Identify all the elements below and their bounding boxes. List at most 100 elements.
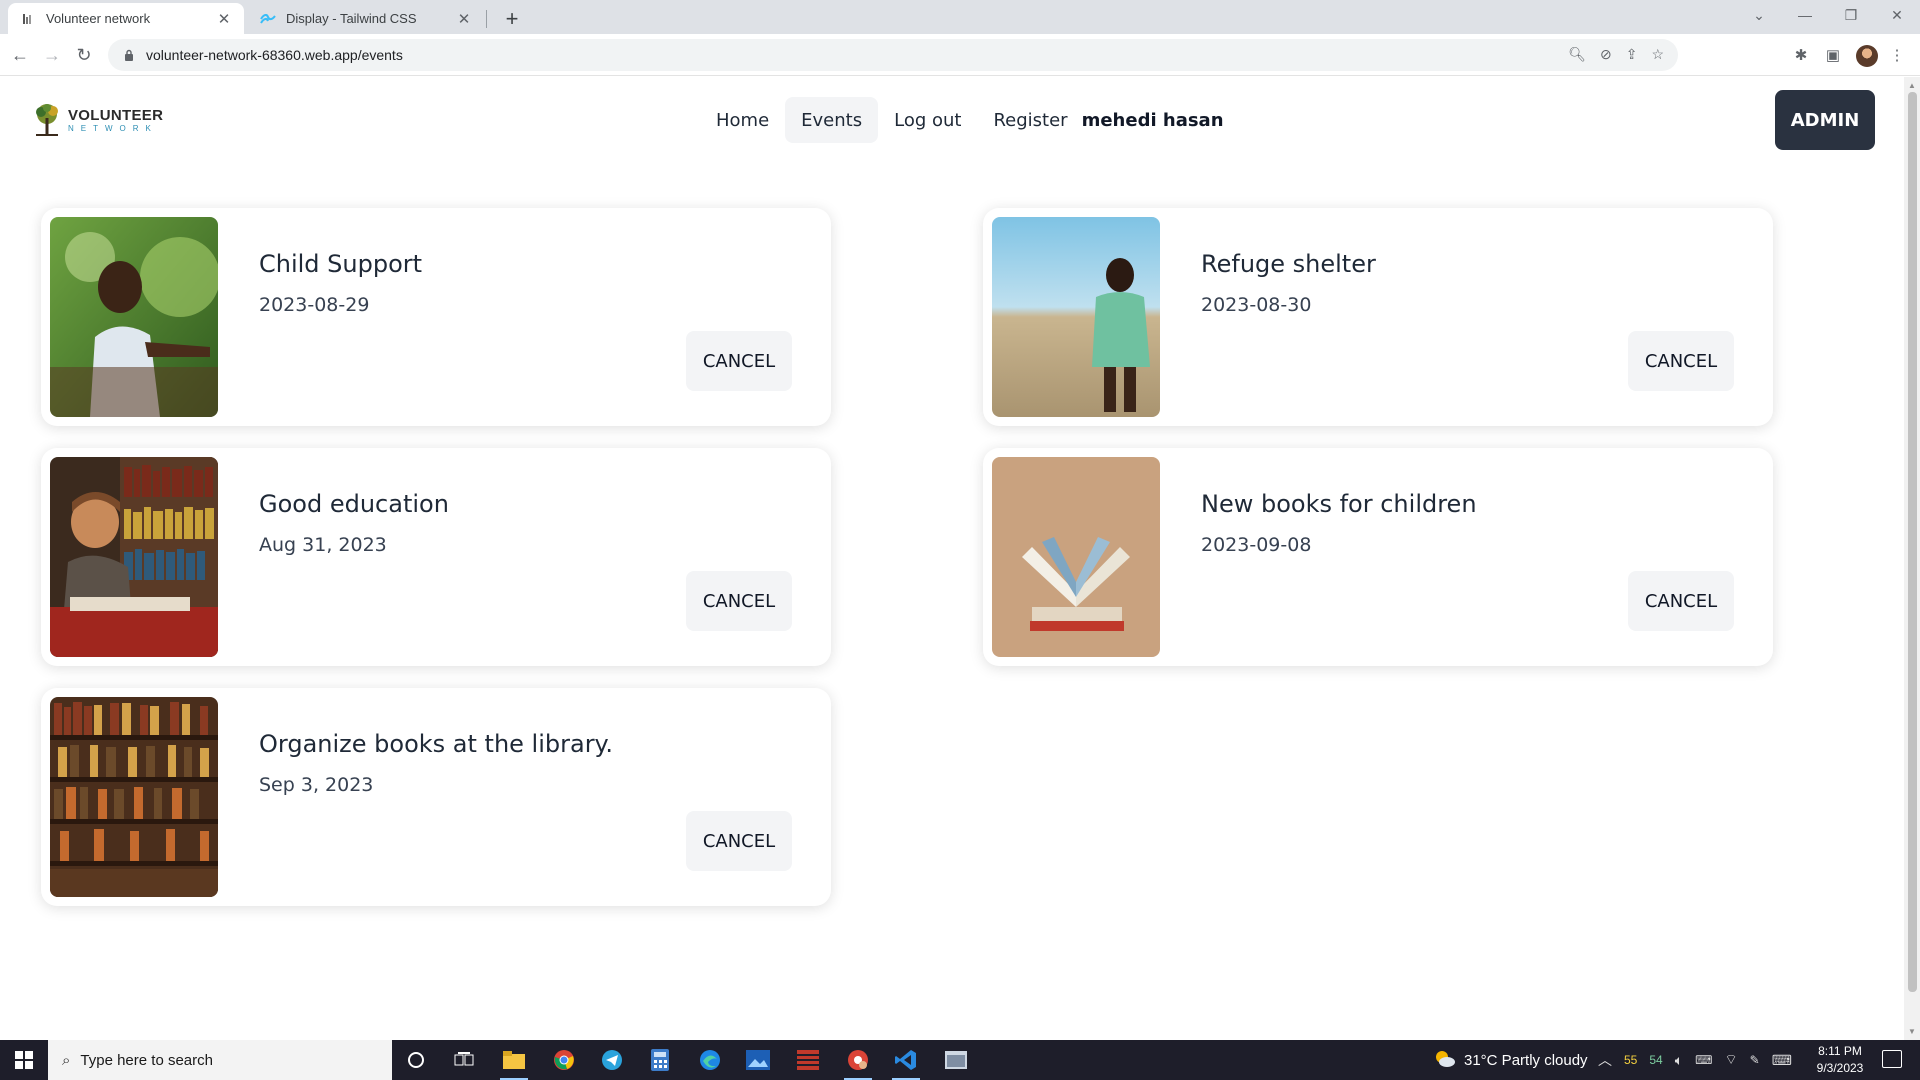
task-view-icon[interactable] xyxy=(440,1040,488,1080)
partly-cloudy-icon xyxy=(1432,1048,1456,1072)
event-image-child-support xyxy=(50,217,218,417)
omnibox-actions: 🔍︎ ⊘ ⇪ ☆ xyxy=(1568,46,1664,63)
tab-tailwind-display[interactable]: Display - Tailwind CSS ✕ xyxy=(248,3,484,34)
bookmark-star-icon[interactable]: ☆ xyxy=(1651,46,1664,63)
address-bar[interactable]: volunteer-network-68360.web.app/events 🔍… xyxy=(108,39,1678,71)
event-image-good-education xyxy=(50,457,218,657)
event-card: Child Support 2023-08-29 CANCEL xyxy=(41,208,831,426)
extensions-puzzle-icon[interactable]: ✱ xyxy=(1790,44,1812,66)
close-window-icon[interactable]: ✕ xyxy=(1874,0,1920,30)
event-date: Aug 31, 2023 xyxy=(259,534,387,556)
event-image-library-books xyxy=(50,697,218,897)
tab-volunteer-network[interactable]: Volunteer network ✕ xyxy=(8,3,244,34)
tray-chevron-up-icon[interactable]: ︿ xyxy=(1598,1050,1612,1070)
scroll-up-arrow-icon[interactable]: ▲ xyxy=(1904,79,1920,93)
taskbar-weather[interactable]: 31°C Partly cloudy xyxy=(1432,1040,1588,1080)
pen-icon[interactable]: ✎ xyxy=(1750,1053,1760,1067)
tab-search-chevron-icon[interactable]: ⌄ xyxy=(1736,0,1782,30)
nav-home[interactable]: Home xyxy=(700,97,785,143)
cancel-button[interactable]: CANCEL xyxy=(686,331,792,391)
browser-toolbar: ← → ↻ volunteer-network-68360.web.app/ev… xyxy=(0,34,1920,76)
chrome-icon[interactable] xyxy=(540,1040,588,1080)
tree-logo-icon xyxy=(32,102,62,138)
notification-center-icon[interactable] xyxy=(1882,1050,1902,1068)
reload-icon[interactable]: ↻ xyxy=(70,41,98,69)
taskbar-clock[interactable]: 8:11 PM 9/3/2023 xyxy=(1800,1043,1880,1077)
event-title: New books for children xyxy=(1201,490,1477,518)
event-date: 2023-08-30 xyxy=(1201,294,1312,316)
event-title: Organize books at the library. xyxy=(259,730,613,758)
nav-events[interactable]: Events xyxy=(785,97,879,143)
site-favicon-icon xyxy=(20,11,36,27)
nav-logout[interactable]: Log out xyxy=(878,97,977,143)
volume-icon[interactable]: 🔈︎ xyxy=(1675,1052,1683,1069)
tray-value-1: 55 xyxy=(1624,1053,1638,1067)
event-title: Refuge shelter xyxy=(1201,250,1376,278)
browser-tabstrip: Volunteer network ✕ Display - Tailwind C… xyxy=(0,0,1920,34)
cortana-circle-icon[interactable] xyxy=(392,1040,440,1080)
site-logo[interactable]: VOLUNTEER NETWORK xyxy=(32,102,163,138)
event-card: Good education Aug 31, 2023 CANCEL xyxy=(41,448,831,666)
taskbar-search-placeholder: Type here to search xyxy=(80,1051,213,1069)
scroll-down-arrow-icon[interactable]: ▼ xyxy=(1904,1025,1920,1039)
edge-icon[interactable] xyxy=(686,1040,734,1080)
restore-icon[interactable]: ❐ xyxy=(1828,0,1874,30)
user-name: mehedi hasan xyxy=(1081,109,1224,131)
tab-title: Volunteer network xyxy=(46,11,151,26)
weather-text: 31°C Partly cloudy xyxy=(1464,1051,1588,1069)
photos-icon[interactable] xyxy=(734,1040,782,1080)
main-navigation: Home Events Log out Register mehedi hasa… xyxy=(700,97,1224,143)
windows-start-icon[interactable] xyxy=(0,1040,48,1080)
cancel-button[interactable]: CANCEL xyxy=(1628,331,1734,391)
side-panel-icon[interactable]: ▣ xyxy=(1822,44,1844,66)
eye-off-icon[interactable]: ⊘ xyxy=(1600,46,1612,63)
tab-divider xyxy=(486,10,487,28)
close-tab-icon[interactable]: ✕ xyxy=(456,10,472,28)
media-app-icon[interactable] xyxy=(784,1040,832,1080)
event-card: New books for children 2023-09-08 CANCEL xyxy=(983,448,1773,666)
chrome-profile-icon[interactable] xyxy=(834,1040,882,1080)
event-title: Good education xyxy=(259,490,449,518)
event-date: Sep 3, 2023 xyxy=(259,774,374,796)
search-icon: ⌕ xyxy=(62,1051,71,1069)
clock-date: 9/3/2023 xyxy=(1816,1061,1864,1075)
language-icon[interactable]: ⌨ xyxy=(1695,1053,1712,1067)
page-content: VOLUNTEER NETWORK Home Events Log out Re… xyxy=(0,77,1904,1040)
close-tab-icon[interactable]: ✕ xyxy=(216,10,232,28)
url-text: volunteer-network-68360.web.app/events xyxy=(146,47,403,63)
wifi-icon[interactable]: ⌔ xyxy=(1724,1051,1737,1069)
cancel-button[interactable]: CANCEL xyxy=(686,811,792,871)
cancel-button[interactable]: CANCEL xyxy=(686,571,792,631)
zoom-icon[interactable]: 🔍︎ xyxy=(1568,46,1586,63)
telegram-icon[interactable] xyxy=(588,1040,636,1080)
page-scrollbar-thumb[interactable] xyxy=(1908,92,1917,992)
profile-avatar[interactable] xyxy=(1856,45,1878,67)
tray-value-2: 54 xyxy=(1649,1053,1663,1067)
taskbar-search-box[interactable]: ⌕ Type here to search xyxy=(48,1040,392,1080)
vscode-icon[interactable] xyxy=(882,1040,930,1080)
event-date: 2023-09-08 xyxy=(1201,534,1312,556)
event-image-refuge-shelter xyxy=(992,217,1160,417)
event-date: 2023-08-29 xyxy=(259,294,370,316)
new-tab-plus-icon[interactable]: + xyxy=(498,5,526,33)
admin-button[interactable]: ADMIN xyxy=(1775,90,1875,150)
minimize-icon[interactable]: — xyxy=(1782,0,1828,30)
calculator-icon[interactable] xyxy=(636,1040,684,1080)
system-tray: ︿ 55 54 🔈︎ ⌨ ⌔ ✎ ⌨ xyxy=(1598,1040,1792,1080)
browser-menu-icon[interactable]: ⋮ xyxy=(1886,44,1908,66)
forward-arrow-icon[interactable]: → xyxy=(38,41,66,69)
keyboard-icon[interactable]: ⌨ xyxy=(1772,1052,1792,1069)
windows-taskbar: ⌕ Type here to search 31°C Partly cloudy… xyxy=(0,1040,1920,1080)
tab-title: Display - Tailwind CSS xyxy=(286,11,417,26)
nav-register[interactable]: Register xyxy=(977,97,1077,143)
file-explorer-icon[interactable] xyxy=(490,1040,538,1080)
cancel-button[interactable]: CANCEL xyxy=(1628,571,1734,631)
lock-icon[interactable] xyxy=(122,48,136,62)
back-arrow-icon[interactable]: ← xyxy=(6,41,34,69)
app-window-icon[interactable] xyxy=(932,1040,980,1080)
event-title: Child Support xyxy=(259,250,423,278)
share-icon[interactable]: ⇪ xyxy=(1626,46,1638,63)
event-image-new-books xyxy=(992,457,1160,657)
clock-time: 8:11 PM xyxy=(1818,1044,1862,1058)
event-card: Refuge shelter 2023-08-30 CANCEL xyxy=(983,208,1773,426)
